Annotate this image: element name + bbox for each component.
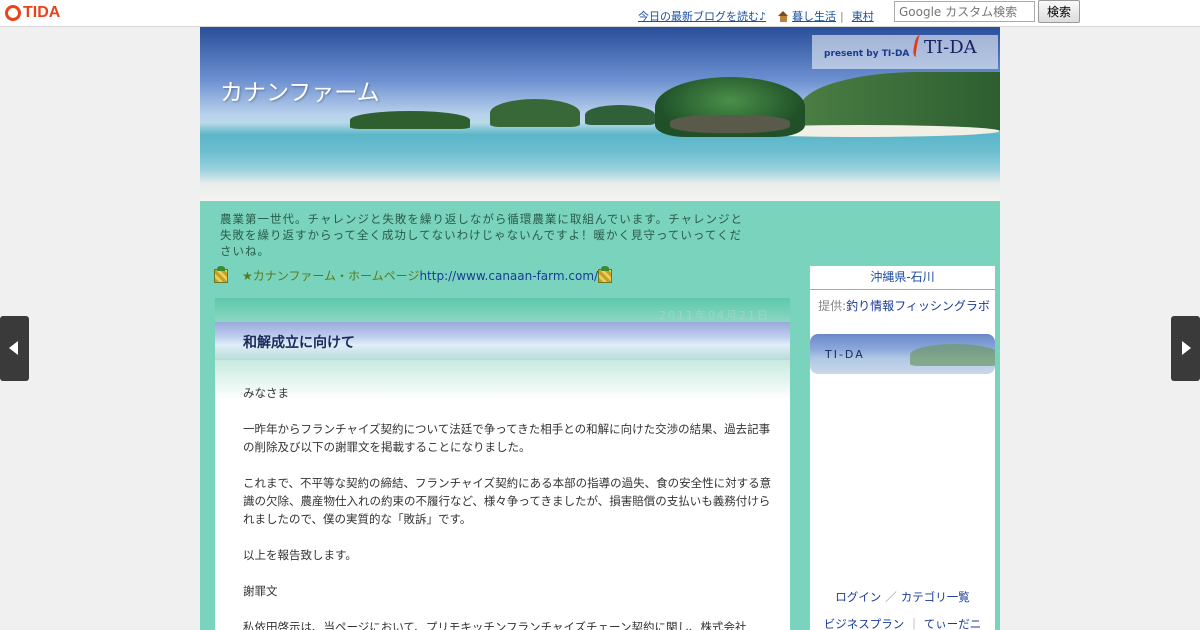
- homepage-url-link[interactable]: http://www.canaan-farm.com/: [419, 269, 598, 283]
- homepage-link-line: ★カナンファーム・ホームページ http://www.canaan-farm.c…: [214, 265, 613, 284]
- chevron-right-icon: [1182, 341, 1191, 355]
- entry-paragraph: 一昨年からフランチャイズ契約について法廷で争ってきた相手との和解に向けた交渉の結…: [243, 422, 771, 454]
- blog-header-banner[interactable]: カナンファーム present by TI-DA TI-DA: [200, 27, 1000, 201]
- entry-date-bar: 2011年04月21日: [215, 298, 790, 322]
- sidebar-tida-banner[interactable]: TI-DA: [810, 334, 995, 374]
- sidebar-location[interactable]: 沖縄県-石川: [810, 266, 995, 290]
- present-by-text: present by TI-DA: [824, 49, 910, 59]
- tida-badge-logo: TI-DA: [924, 37, 977, 58]
- sidebar: 沖縄県-石川 提供:釣り情報フィッシングラボ TI-DA ログイン ／ カテゴリ一覧…: [810, 266, 995, 630]
- top-links: 今日の最新ブログを読む♪ 暮し生活 | 東村: [638, 8, 874, 24]
- entry-paragraph: 以上を報告致します。: [243, 548, 357, 562]
- entry-date: 2011年04月21日: [659, 309, 770, 322]
- tidani-link[interactable]: てぃーだニ: [924, 617, 982, 630]
- banner-island-b: [490, 99, 580, 127]
- blog-title[interactable]: カナンファーム: [220, 73, 380, 107]
- prev-arrow-button[interactable]: [0, 316, 29, 381]
- banner-island-rock: [670, 115, 790, 133]
- blog-entry: 2011年04月21日 和解成立に向けて みなさま 一昨年からフランチャイズ契約…: [215, 298, 790, 630]
- entry-paragraph: 私依田啓示は、当ページにおいて、プリモキッチンフランチャイズチェーン契約に関し、…: [243, 620, 747, 630]
- entry-paragraph: 謝罪文: [243, 584, 278, 598]
- top-bar: TIDA 今日の最新ブログを読む♪ 暮し生活 | 東村 検索: [0, 0, 1200, 27]
- pineapple-icon: [214, 265, 228, 283]
- blog-description: 農業第一世代。チャレンジと失敗を繰り返しながら循環農業に取組んでいます。チャレン…: [220, 212, 744, 258]
- next-arrow-button[interactable]: [1171, 316, 1200, 381]
- banner-island-c: [585, 105, 655, 125]
- business-plan-link[interactable]: ビジネスプラン: [824, 617, 905, 630]
- separator: ｜: [908, 617, 920, 630]
- latest-blogs-link[interactable]: 今日の最新ブログを読む♪: [638, 8, 766, 24]
- banner-island: [910, 344, 995, 366]
- chevron-left-icon: [9, 341, 18, 355]
- provider-link[interactable]: 釣り情報フィッシングラボ: [846, 299, 990, 313]
- present-by-badge[interactable]: present by TI-DA TI-DA: [812, 35, 998, 69]
- category-list-link[interactable]: カテゴリ一覧: [901, 590, 970, 604]
- entry-paragraph: これまで、不平等な契約の締結、フランチャイズ契約にある本部の指導の過失、食の安全…: [243, 476, 772, 526]
- search-button[interactable]: 検索: [1038, 0, 1080, 23]
- banner-island-right: [800, 72, 1000, 132]
- sidebar-links-row1: ログイン ／ カテゴリ一覧: [810, 589, 995, 605]
- homepage-label: ★カナンファーム・ホームページ: [242, 269, 420, 283]
- search-input[interactable]: [894, 1, 1035, 22]
- entry-body: みなさま 一昨年からフランチャイズ契約について法廷で争ってきた相手との和解に向け…: [243, 384, 773, 630]
- separator: ／: [885, 590, 897, 604]
- pineapple-icon: [598, 265, 613, 283]
- provider-prefix: 提供:: [818, 299, 847, 313]
- banner-island-a: [350, 111, 470, 129]
- entry-title[interactable]: 和解成立に向けて: [243, 332, 355, 352]
- higashi-village-link[interactable]: 東村: [852, 8, 874, 24]
- sidebar-provider: 提供:釣り情報フィッシングラボ: [816, 298, 992, 315]
- living-link[interactable]: 暮し生活: [792, 8, 836, 24]
- tida-logo-icon: [5, 5, 21, 21]
- tida-logo[interactable]: TIDA: [5, 4, 60, 22]
- sidebar-tida-label: TI-DA: [825, 348, 865, 361]
- sidebar-links-row2: ビジネスプラン｜ てぃーだニ: [810, 616, 995, 630]
- house-icon: [778, 10, 789, 22]
- blog-page: カナンファーム present by TI-DA TI-DA 農業第一世代。チャ…: [200, 27, 1000, 630]
- separator: |: [840, 9, 844, 23]
- login-link[interactable]: ログイン: [835, 590, 881, 604]
- entry-paragraph: みなさま: [243, 386, 289, 400]
- tida-logo-text: TIDA: [23, 4, 61, 21]
- entry-title-bar: 和解成立に向けて: [215, 322, 790, 360]
